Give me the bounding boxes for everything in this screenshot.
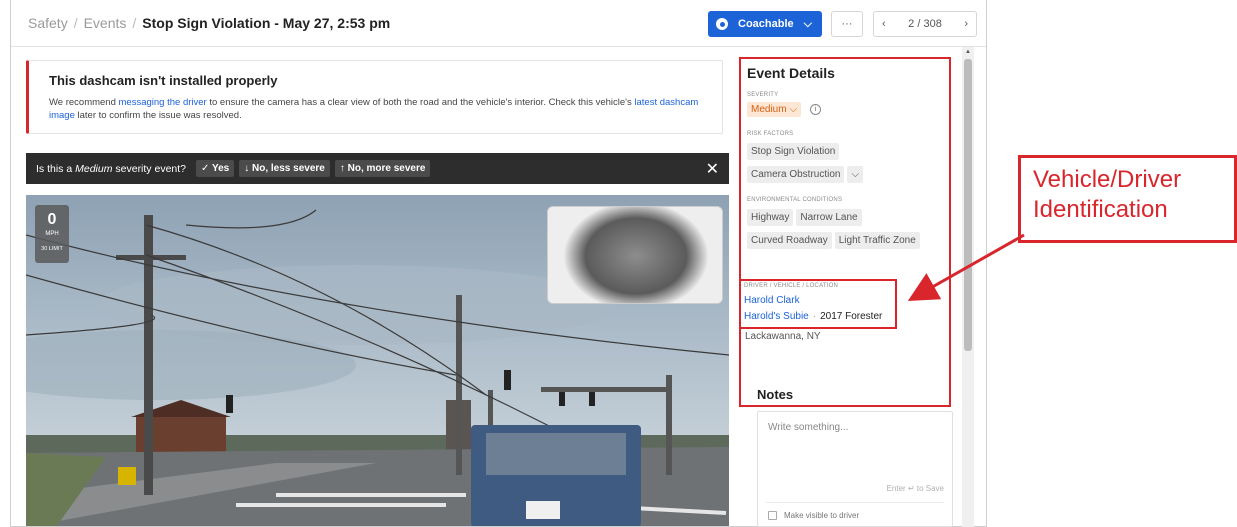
environmental-conditions-label: ENVIRONMENTAL CONDITIONS (747, 197, 843, 203)
annotation-line2: Identification (1033, 196, 1168, 223)
vehicle-model: 2017 Forester (820, 311, 883, 322)
dashcam-alert: This dashcam isn't installed properly We… (26, 60, 723, 134)
scrollbar-thumb[interactable] (964, 59, 972, 351)
breadcrumb-separator: / (132, 15, 137, 31)
shield-icon (716, 18, 728, 30)
annotation-callout: Vehicle/Driver Identification (1018, 155, 1237, 243)
scrollbar[interactable]: ▲ (962, 47, 974, 527)
save-hint: Enter ↵ to Save (886, 484, 944, 493)
checkbox-label: Make visible to driver (784, 511, 860, 520)
coachable-button[interactable]: Coachable ⌵ (708, 11, 822, 37)
severity-less-button[interactable]: ↓ No, less severe (239, 160, 330, 177)
separator-dot: · (812, 311, 817, 322)
breadcrumb-safety[interactable]: Safety (28, 15, 68, 31)
event-location: Lackawanna, NY (745, 331, 821, 342)
condition-chip: Curved Roadway (747, 232, 832, 249)
event-details-title: Event Details (747, 65, 835, 81)
event-pager: ‹ 2 / 308 › (873, 11, 977, 37)
coachable-label: Coachable (738, 18, 794, 30)
prev-event-button[interactable]: ‹ (882, 18, 886, 30)
severity-feedback-bar: Is this a Medium severity event? ✓ Yes ↓… (26, 153, 729, 184)
driver-link[interactable]: Harold Clark (744, 295, 800, 306)
top-bar: Safety / Events / Stop Sign Violation - … (11, 0, 986, 47)
condition-chip: Highway (747, 209, 794, 226)
speed-display: 0 MPH 30 LIMIT (35, 205, 69, 263)
notes-placeholder: Write something... (768, 422, 849, 433)
speed-unit: MPH (45, 231, 59, 237)
risk-factors-label: RISK FACTORS (747, 131, 794, 137)
close-icon[interactable]: ✕ (706, 159, 719, 179)
speed-limit: 30 LIMIT (41, 246, 63, 252)
inward-camera-thumbnail[interactable] (547, 206, 723, 304)
breadcrumb-events[interactable]: Events (84, 15, 127, 31)
risk-factor-chip: Stop Sign Violation (747, 143, 840, 160)
severity-dropdown[interactable]: Medium ⌵ (747, 102, 801, 117)
event-details-card: Event Details SEVERITY Medium ⌵ i RISK F… (739, 57, 951, 407)
dashcam-video[interactable]: 0 MPH 30 LIMIT (26, 195, 729, 526)
annotation-line1: Vehicle/Driver (1033, 166, 1182, 193)
vehicle-link[interactable]: Harold's Subie (744, 311, 809, 322)
right-panel: Event Details SEVERITY Medium ⌵ i RISK F… (729, 47, 964, 527)
pager-count: 2 / 308 (908, 18, 942, 30)
alert-title: This dashcam isn't installed properly (49, 73, 278, 88)
severity-more-button[interactable]: ↑ No, more severe (334, 160, 431, 177)
next-event-button[interactable]: › (964, 18, 968, 30)
scroll-up-arrow-icon[interactable]: ▲ (965, 49, 971, 55)
visible-to-driver-checkbox[interactable]: Make visible to driver (768, 511, 859, 520)
speed-value: 0 (47, 211, 57, 228)
risk-factors-expand-button[interactable]: ⌵ (847, 166, 864, 183)
severity-question: Is this a Medium severity event? (36, 162, 187, 175)
page-title: Stop Sign Violation - May 27, 2:53 pm (142, 15, 391, 31)
notes-title: Notes (757, 387, 794, 402)
checkbox-box[interactable] (768, 511, 777, 520)
chevron-down-icon: ⌵ (803, 17, 812, 30)
more-options-button[interactable]: ··· (831, 11, 863, 37)
condition-chip: Light Traffic Zone (834, 232, 920, 249)
notes-input[interactable]: Write something... Enter ↵ to Save Make … (757, 411, 953, 527)
obstructed-camera-image (548, 207, 722, 303)
alert-text: We recommend messaging the driver to ens… (49, 97, 699, 121)
risk-factor-chip: Camera Obstruction (747, 166, 845, 183)
driver-vehicle-highlight: DRIVER / VEHICLE / LOCATION Harold Clark… (739, 279, 897, 329)
severity-label: SEVERITY (747, 92, 779, 98)
condition-chip: Narrow Lane (796, 209, 862, 226)
divider (766, 502, 944, 503)
driver-vehicle-location-label: DRIVER / VEHICLE / LOCATION (744, 283, 838, 289)
info-icon[interactable]: i (809, 104, 821, 115)
severity-yes-button[interactable]: ✓ Yes (196, 160, 235, 177)
breadcrumb-separator: / (73, 15, 78, 31)
message-driver-link[interactable]: messaging the driver (119, 97, 207, 108)
